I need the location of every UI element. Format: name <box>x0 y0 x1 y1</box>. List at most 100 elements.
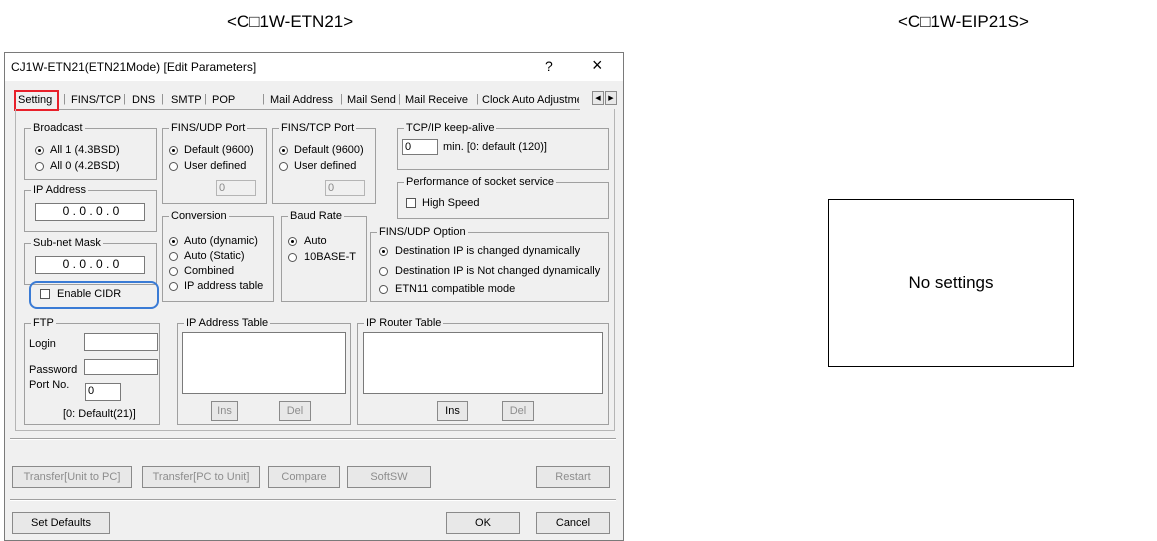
high-speed-checkbox[interactable] <box>406 198 416 208</box>
ftp-label: FTP <box>31 317 56 329</box>
set-defaults-button[interactable]: Set Defaults <box>12 512 110 534</box>
fins-udp-port-label: FINS/UDP Port <box>169 122 248 134</box>
conversion-auto-dynamic-radio[interactable] <box>169 237 178 246</box>
tab-fins-tcp[interactable]: FINS/TCP <box>71 94 121 106</box>
fins-udp-default-label: Default (9600) <box>184 144 254 156</box>
broadcast-all0-radio[interactable] <box>35 162 44 171</box>
ip-router-table-label: IP Router Table <box>364 317 444 329</box>
fins-udp-option-static-radio[interactable] <box>379 267 388 276</box>
tab-mail-receive[interactable]: Mail Receive <box>405 94 468 106</box>
ftp-password-field[interactable] <box>84 359 158 375</box>
cancel-button[interactable]: Cancel <box>536 512 610 534</box>
baud-auto-radio[interactable] <box>288 237 297 246</box>
ip-address-field[interactable]: 0 . 0 . 0 . 0 <box>35 203 145 221</box>
fins-udp-option-dynamic-radio[interactable] <box>379 247 388 256</box>
compare-button[interactable]: Compare <box>268 466 340 488</box>
router-table-del-button[interactable]: Del <box>502 401 534 421</box>
conversion-combined-label: Combined <box>184 265 235 277</box>
fins-udp-option-static-label: Destination IP is Not changed dynamicall… <box>395 265 601 277</box>
no-settings-panel: No settings <box>828 199 1074 367</box>
ok-button[interactable]: OK <box>446 512 520 534</box>
close-icon[interactable]: × <box>592 55 603 76</box>
keepalive-field[interactable]: 0 <box>402 139 438 155</box>
keepalive-hint: min. [0: default (120)] <box>443 141 547 153</box>
transfer-unit-to-pc-button[interactable]: Transfer[Unit to PC] <box>12 466 132 488</box>
socket-performance-group: Performance of socket service High Speed <box>397 176 609 219</box>
keepalive-label: TCP/IP keep-alive <box>404 122 497 134</box>
conversion-auto-static-label: Auto (Static) <box>184 250 245 262</box>
tab-mail-address[interactable]: Mail Address <box>270 94 333 106</box>
setting-tab-highlight <box>14 90 59 111</box>
separator-bottom <box>10 499 616 501</box>
ip-router-table-list[interactable] <box>363 332 603 394</box>
right-caption: <C□1W-EIP21S> <box>898 12 1029 31</box>
ip-address-table-list[interactable] <box>182 332 346 394</box>
subnet-mask-label: Sub-net Mask <box>31 237 103 249</box>
fins-udp-user-label: User defined <box>184 160 247 172</box>
fins-udp-port-field[interactable]: 0 <box>216 180 256 196</box>
tab-clock-auto-adjust[interactable]: Clock Auto Adjustme <box>482 94 579 106</box>
conversion-ip-table-radio[interactable] <box>169 282 178 291</box>
fins-tcp-default-label: Default (9600) <box>294 144 364 156</box>
baud-10base-t-radio[interactable] <box>288 253 297 262</box>
baud-rate-label: Baud Rate <box>288 210 344 222</box>
baud-10base-t-label: 10BASE-T <box>304 251 356 263</box>
fins-tcp-port-group: FINS/TCP Port Default (9600) User define… <box>272 122 376 204</box>
subnet-mask-group: Sub-net Mask 0 . 0 . 0 . 0 <box>24 237 157 285</box>
broadcast-all1-radio[interactable] <box>35 146 44 155</box>
ftp-port-hint: [0: Default(21)] <box>63 408 136 420</box>
ftp-password-label: Password <box>29 364 78 376</box>
tab-mail-send[interactable]: Mail Send <box>347 94 396 106</box>
help-button[interactable]: ? <box>545 58 553 74</box>
transfer-pc-to-unit-button[interactable]: Transfer[PC to Unit] <box>142 466 260 488</box>
ftp-port-field[interactable]: 0 <box>85 383 121 401</box>
conversion-group: Conversion Auto (dynamic) Auto (Static) … <box>162 210 274 302</box>
conversion-auto-static-radio[interactable] <box>169 252 178 261</box>
fins-tcp-default-radio[interactable] <box>279 146 288 155</box>
high-speed-label: High Speed <box>422 197 480 209</box>
ftp-port-label: Port No. <box>29 379 70 391</box>
keepalive-group: TCP/IP keep-alive 0 min. [0: default (12… <box>397 122 609 170</box>
ip-table-del-button[interactable]: Del <box>279 401 311 421</box>
tab-scroll-left-icon[interactable]: ◀ <box>592 91 604 105</box>
window-title: CJ1W-ETN21(ETN21Mode) [Edit Parameters] <box>11 60 257 74</box>
ip-router-table-group: IP Router Table Ins Del <box>357 317 609 425</box>
ftp-login-field[interactable] <box>84 333 158 351</box>
separator-top <box>10 438 616 440</box>
restart-button[interactable]: Restart <box>536 466 610 488</box>
baud-rate-group: Baud Rate Auto 10BASE-T <box>281 210 367 302</box>
conversion-auto-dynamic-label: Auto (dynamic) <box>184 235 258 247</box>
broadcast-all1-label: All 1 (4.3BSD) <box>50 144 120 156</box>
fins-udp-option-etn11-radio[interactable] <box>379 285 388 294</box>
fins-tcp-user-label: User defined <box>294 160 357 172</box>
enable-cidr-checkbox[interactable] <box>40 289 50 299</box>
ip-address-table-label: IP Address Table <box>184 317 271 329</box>
tab-pop[interactable]: POP <box>212 94 235 106</box>
fins-tcp-user-radio[interactable] <box>279 162 288 171</box>
router-table-ins-button[interactable]: Ins <box>437 401 468 421</box>
ip-address-label: IP Address <box>31 184 88 196</box>
no-settings-label: No settings <box>908 273 994 292</box>
tab-scroll-right-icon[interactable]: ▶ <box>605 91 617 105</box>
fins-udp-option-label: FINS/UDP Option <box>377 226 468 238</box>
title-bar: CJ1W-ETN21(ETN21Mode) [Edit Parameters] … <box>5 53 623 81</box>
fins-udp-option-group: FINS/UDP Option Destination IP is change… <box>370 226 609 302</box>
fins-udp-user-radio[interactable] <box>169 162 178 171</box>
ftp-login-label: Login <box>29 338 56 350</box>
subnet-mask-field[interactable]: 0 . 0 . 0 . 0 <box>35 256 145 274</box>
enable-cidr-label: Enable CIDR <box>57 288 122 300</box>
fins-udp-option-dynamic-label: Destination IP is changed dynamically <box>395 245 581 257</box>
ip-table-ins-button[interactable]: Ins <box>211 401 238 421</box>
fins-tcp-port-field[interactable]: 0 <box>325 180 365 196</box>
tab-smtp[interactable]: SMTP <box>171 94 202 106</box>
conversion-label: Conversion <box>169 210 229 222</box>
fins-udp-default-radio[interactable] <box>169 146 178 155</box>
fins-tcp-port-label: FINS/TCP Port <box>279 122 357 134</box>
broadcast-group: Broadcast All 1 (4.3BSD) All 0 (4.2BSD) <box>24 122 157 180</box>
conversion-combined-radio[interactable] <box>169 267 178 276</box>
baud-auto-label: Auto <box>304 235 327 247</box>
broadcast-all0-label: All 0 (4.2BSD) <box>50 160 120 172</box>
tab-dns[interactable]: DNS <box>132 94 155 106</box>
softsw-button[interactable]: SoftSW <box>347 466 431 488</box>
conversion-ip-table-label: IP address table <box>184 280 264 292</box>
